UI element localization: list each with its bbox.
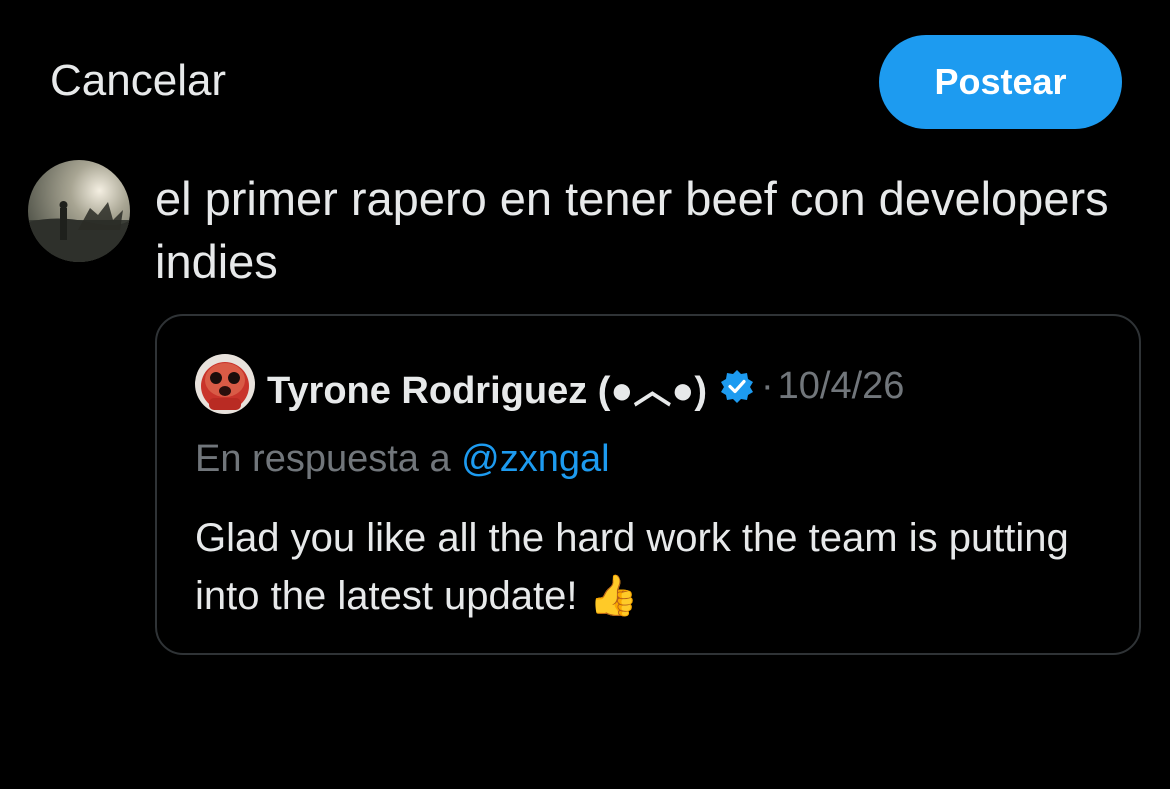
post-button[interactable]: Postear bbox=[879, 35, 1122, 129]
quoted-display-name[interactable]: Tyrone Rodriguez (●︿●) bbox=[267, 359, 707, 414]
quoted-avatar[interactable] bbox=[195, 354, 255, 414]
quoted-header: Tyrone Rodriguez (●︿●) · 10/4/26 bbox=[267, 358, 904, 414]
separator: · bbox=[760, 364, 774, 407]
reply-context: En respuesta a @zxngal bbox=[195, 438, 610, 481]
post-date[interactable]: 10/4/26 bbox=[778, 365, 905, 408]
reply-handle-link[interactable]: @zxngal bbox=[461, 438, 609, 480]
compose-text[interactable]: el primer rapero en tener beef con devel… bbox=[155, 167, 1115, 293]
quoted-post-card[interactable]: Tyrone Rodriguez (●︿●) · 10/4/26 En resp… bbox=[155, 314, 1141, 655]
reply-prefix: En respuesta a bbox=[195, 438, 462, 480]
avatar-photo-icon bbox=[28, 160, 130, 262]
red-creature-avatar-icon bbox=[195, 354, 255, 414]
avatar[interactable] bbox=[28, 160, 130, 262]
cancel-button[interactable]: Cancelar bbox=[50, 56, 226, 106]
verified-badge-icon bbox=[719, 368, 755, 404]
quoted-post-text: Glad you like all the hard work the team… bbox=[195, 516, 1069, 618]
